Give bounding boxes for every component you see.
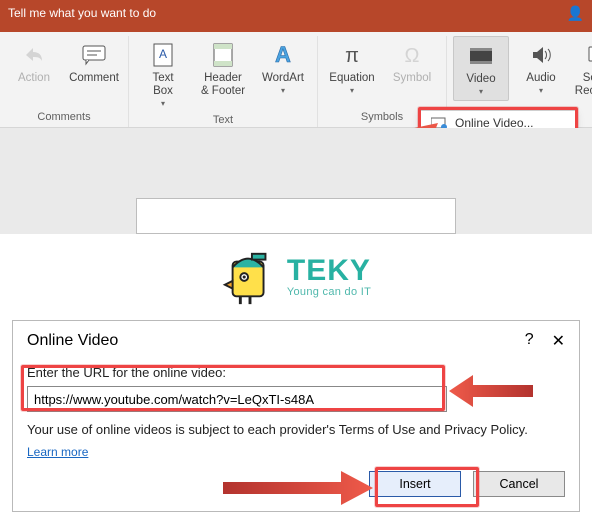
logo-brand: TEKY <box>287 256 371 286</box>
svg-text:A: A <box>159 47 167 61</box>
comment-icon <box>81 40 107 70</box>
textbox-icon: A <box>152 40 174 70</box>
equation-label: Equation <box>329 72 374 85</box>
online-video-dialog: Online Video ? ✕ Enter the URL for the o… <box>12 320 580 512</box>
screenrecording-button[interactable]: Screen Recording <box>573 36 592 102</box>
chevron-down-icon: ▾ <box>161 99 165 108</box>
screenrecording-icon <box>587 40 592 70</box>
video-icon <box>468 41 494 71</box>
video-label: Video <box>466 73 495 86</box>
logo: TEKY Young can do IT <box>0 234 592 312</box>
group-text: A Text Box ▾ Header & Footer A WordArt ▾… <box>129 36 318 127</box>
url-input-wrap <box>27 386 447 412</box>
cancel-button[interactable]: Cancel <box>473 471 565 497</box>
slide-peek <box>136 198 456 234</box>
dialog-titlebar: Online Video ? ✕ <box>27 331 565 351</box>
chevron-down-icon: ▾ <box>350 86 354 95</box>
group-comments-label: Comments <box>6 109 122 127</box>
symbol-icon: Ω <box>399 40 425 70</box>
wordart-icon: A <box>270 40 296 70</box>
chevron-down-icon: ▾ <box>539 86 543 95</box>
dialog-title: Online Video <box>27 332 118 350</box>
action-icon <box>22 40 46 70</box>
wordart-button[interactable]: A WordArt ▾ <box>255 36 311 99</box>
audio-icon <box>529 40 553 70</box>
bird-icon <box>221 248 279 306</box>
logo-tagline: Young can do IT <box>287 286 371 298</box>
equation-icon: π <box>339 40 365 70</box>
dialog-help-button[interactable]: ? <box>525 331 534 351</box>
slide-canvas <box>0 128 592 234</box>
svg-text:π: π <box>345 45 359 67</box>
svg-text:A: A <box>275 42 291 67</box>
audio-label: Audio <box>526 72 555 85</box>
title-bar: 👤 <box>0 0 592 26</box>
insert-button[interactable]: Insert <box>369 471 461 497</box>
symbol-button: Ω Symbol <box>384 36 440 89</box>
share-icon[interactable]: 👤 <box>567 5 584 22</box>
equation-button[interactable]: π Equation ▾ <box>324 36 380 99</box>
action-label: Action <box>18 72 50 85</box>
video-button[interactable]: Video ▾ <box>453 36 509 101</box>
textbox-button[interactable]: A Text Box ▾ <box>135 36 191 112</box>
group-comments: Action Comment Comments <box>0 36 129 127</box>
dialog-close-button[interactable]: ✕ <box>552 331 565 351</box>
wordart-label: WordArt <box>262 72 304 85</box>
dialog-note: Your use of online videos is subject to … <box>27 422 565 437</box>
url-input[interactable] <box>27 386 447 412</box>
screenrecording-label: Screen Recording <box>575 72 592 98</box>
headerfooter-label: Header & Footer <box>201 72 245 98</box>
url-label: Enter the URL for the online video: <box>27 365 565 380</box>
headerfooter-icon <box>212 40 234 70</box>
action-button: Action <box>6 36 62 89</box>
svg-text:Ω: Ω <box>405 45 420 67</box>
audio-button[interactable]: Audio ▾ <box>513 36 569 99</box>
headerfooter-button[interactable]: Header & Footer <box>195 36 251 102</box>
comment-label: Comment <box>69 72 119 85</box>
chevron-down-icon: ▾ <box>281 86 285 95</box>
comment-button[interactable]: Comment <box>66 36 122 89</box>
textbox-label: Text Box <box>152 72 173 98</box>
tell-me-input[interactable] <box>8 6 268 20</box>
chevron-down-icon: ▾ <box>479 87 483 96</box>
learn-more-link[interactable]: Learn more <box>27 445 88 459</box>
symbol-label: Symbol <box>393 72 431 85</box>
